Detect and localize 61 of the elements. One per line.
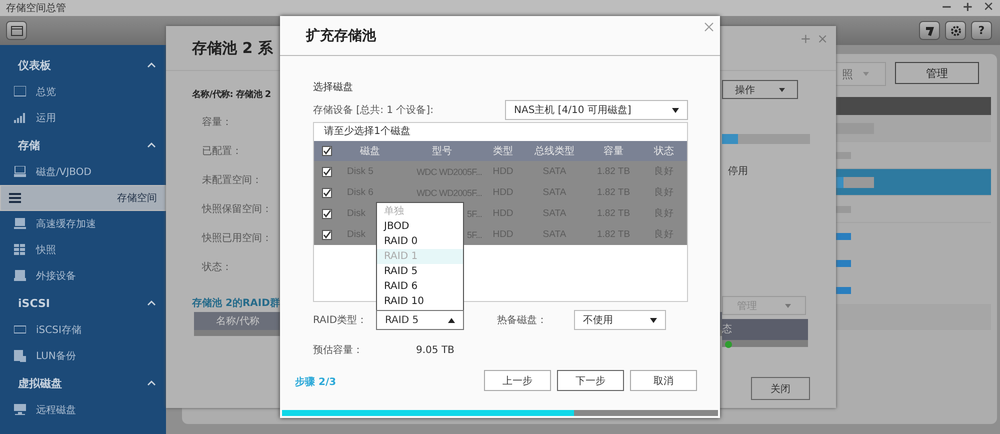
sidebar-item[interactable]: iSCSI存储 [0,317,166,343]
sidebar-item[interactable]: 存储空间 [0,185,166,211]
dropdown-option[interactable]: RAID 5 [377,264,463,279]
window-control[interactable]: ✕ [983,1,994,15]
dialog-button[interactable]: 上一步 [484,370,551,391]
sidebar-group-header[interactable]: 仪表板 [0,51,166,79]
device-select[interactable]: NAS主机 [4/10 可用磁盘] [505,100,688,120]
dropdown-option[interactable]: JBOD [377,219,463,234]
column-header: 容量 [602,144,624,158]
sidebar-item[interactable]: LUN备份 [0,343,166,369]
field-label: 存储设备 [总共: 1 个设备]: [313,104,434,117]
dropdown-option[interactable]: RAID 6 [377,279,463,294]
manage-button[interactable]: 管理 [895,62,979,84]
field-label: 热备磁盘： [497,314,548,327]
column-header: 名称/代称 [215,315,260,328]
window-control[interactable]: + [962,1,974,15]
field-label: 容量： [201,116,232,130]
dialog-button[interactable]: 下一步 [557,370,624,391]
dialog-title: 扩充存储池 [306,26,376,44]
sidebar-item[interactable]: 外接设备 [0,263,166,289]
column-header: 类型 [492,144,514,158]
column-header: 磁盘 [359,145,381,158]
column-header: 总线类型 [534,144,576,158]
snapshot-dropdown[interactable]: 照 [836,62,886,86]
window-title: 存储池 2 系 [192,38,273,58]
dialog-button[interactable]: 取消 [630,370,697,391]
section-title: 存储池 2的RAID群 [192,296,280,311]
field-label: 未配置空间： [201,174,262,188]
field-label: 预估容量： [313,344,364,357]
field-label: 状态： [201,260,232,275]
app-title: 存储空间总管 [6,2,66,15]
column-header: 状态 [653,144,675,158]
sidebar-item[interactable]: 磁盘/VJBOD [0,159,166,185]
field-label: 快照已用空间： [200,232,272,246]
hint-text: 请至少选择1个磁盘 [323,124,412,139]
dropdown-option[interactable]: RAID 0 [377,234,463,249]
column-header: 型号 [431,144,453,158]
sidebar-group-header[interactable]: 虚拟磁盘 [0,369,166,397]
dropdown-option[interactable]: RAID 10 [377,294,463,309]
sidebar-group-header[interactable]: 存储 [0,131,166,159]
raid-type-select[interactable]: RAID 5 [376,310,464,330]
help-button[interactable]: ? [971,21,992,40]
sidebar-item[interactable]: 高速缓存加速 [0,211,166,237]
estimate-value: 9.05 TB [416,344,454,356]
sidebar-group-header[interactable]: iSCSI [0,289,166,317]
sidebar-item[interactable]: 远程磁盘 [0,397,166,423]
step-indicator: 步骤 2/3 [295,376,336,389]
section-title: 选择磁盘 [313,80,354,95]
field-label: RAID类型： [313,314,368,327]
window-control[interactable]: − [941,1,952,15]
sidebar-item[interactable]: 运用 [0,105,166,131]
sidebar-item[interactable]: 快照 [0,237,166,263]
pool-name: 名称/代称: 存储池 2 [192,88,271,102]
field-label: 快照保留空间： [200,202,272,217]
field-label: 已配置： [201,144,242,159]
column-header: 态 [722,319,808,340]
action-dropdown[interactable]: 操作 [722,80,798,99]
status-value: 停用 [727,165,749,178]
sidebar-item[interactable]: 总览 [0,79,166,105]
hot-spare-select[interactable]: 不使用 [574,310,666,330]
close-button[interactable]: 关闭 [751,377,810,400]
